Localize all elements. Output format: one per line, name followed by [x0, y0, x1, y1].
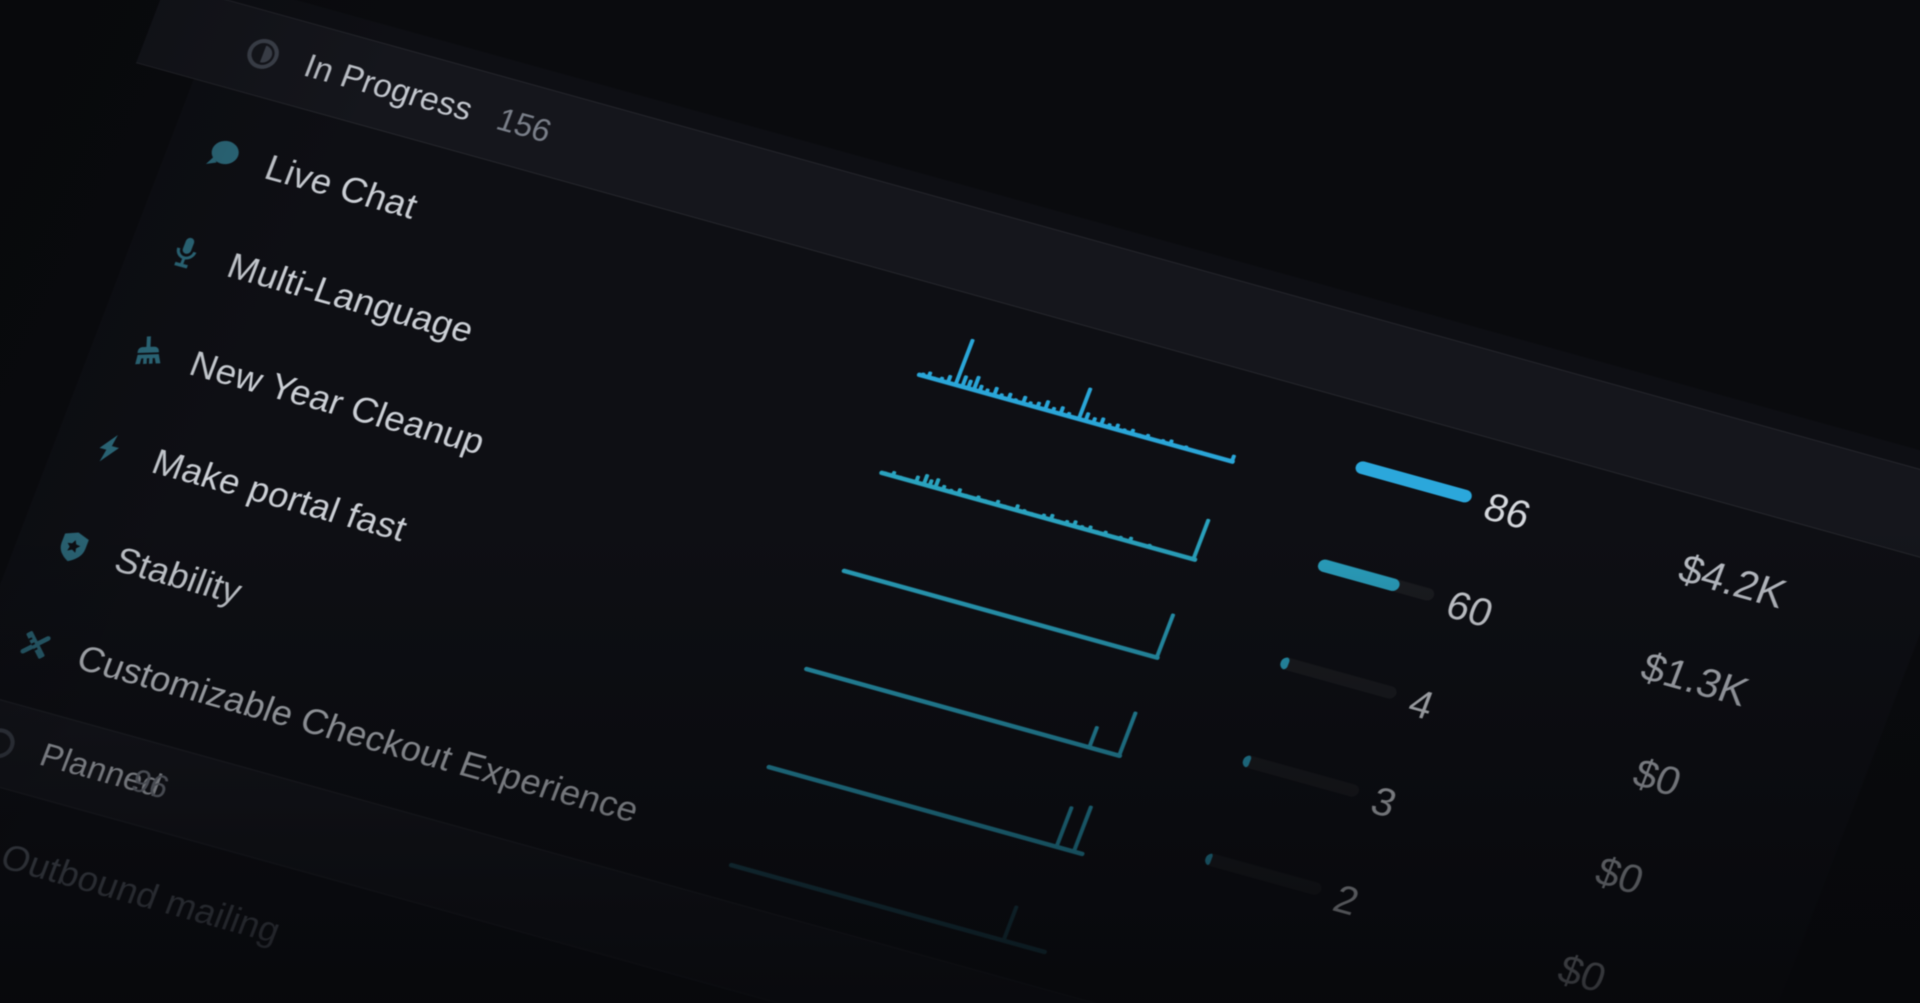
score-progress-bar	[1278, 656, 1398, 700]
vote-count: 3	[1365, 779, 1487, 850]
score-progress-bar	[1203, 852, 1323, 896]
status-in-progress-icon	[238, 31, 288, 77]
vote-count: 2	[1327, 877, 1449, 948]
design-icon	[12, 623, 60, 666]
broom-icon	[125, 329, 173, 372]
vote-count: 60	[1440, 583, 1562, 654]
roadmap-panel: In Progress156Live Chat86$4.2KMulti-Lang…	[0, 0, 1920, 1003]
feature-name: Stability	[109, 539, 248, 613]
microphone-icon	[162, 231, 210, 274]
status-planned-icon	[0, 720, 24, 766]
score-progress-bar	[1354, 460, 1474, 504]
score-progress-bar	[1241, 754, 1361, 798]
feature-name: Live Chat	[259, 146, 423, 227]
vote-count: 4	[1402, 681, 1524, 752]
vote-count: 86	[1477, 485, 1599, 556]
section-count: 156	[492, 101, 557, 150]
chat-bubble-icon	[200, 133, 248, 176]
section-label: In Progress	[299, 47, 478, 128]
revenue-value: $0	[1482, 927, 1682, 1003]
lightning-icon	[87, 427, 135, 470]
shield-icon	[49, 525, 97, 568]
screen: In Progress156Live Chat86$4.2KMulti-Lang…	[0, 0, 1920, 1003]
score-progress-bar	[1316, 558, 1436, 602]
